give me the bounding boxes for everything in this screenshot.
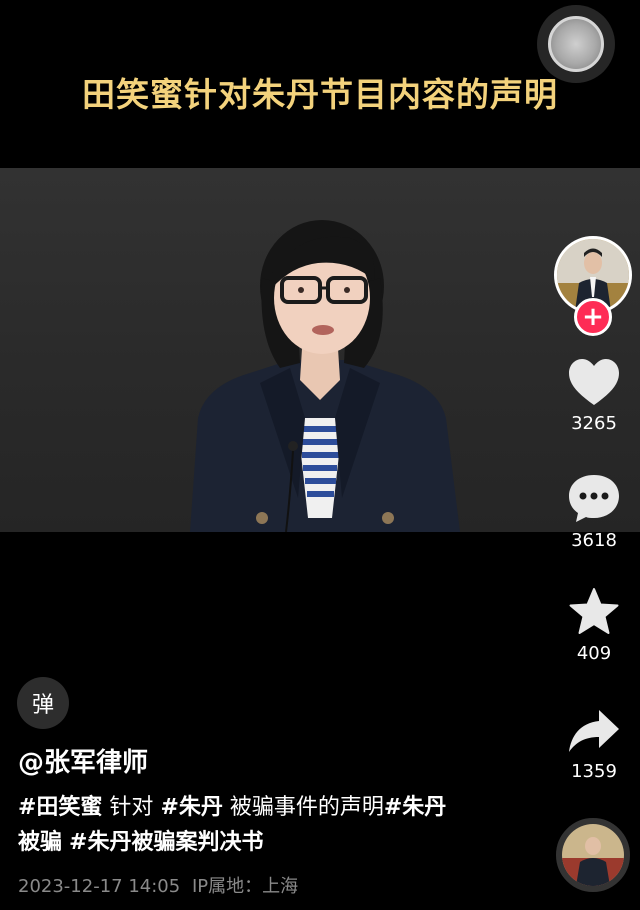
post-datetime: 2023-12-17 14:05 <box>18 876 181 897</box>
post-ip-location: IP属地：上海 <box>191 876 299 897</box>
comment-count: 3618 <box>571 530 617 551</box>
video-frame <box>190 220 460 532</box>
description-line-1: #田笑蜜 针对 #朱丹 被骗事件的声明#朱丹 <box>18 790 538 825</box>
danmaku-toggle-button[interactable]: 弹 <box>17 677 69 729</box>
comment-bubble-icon <box>569 475 619 522</box>
description-text: 被骗事件的声明 <box>222 795 384 820</box>
danmaku-label: 弹 <box>31 693 54 718</box>
share-count: 1359 <box>571 761 617 782</box>
plus-icon: + <box>582 302 604 332</box>
hashtag-link[interactable]: 被骗 <box>18 830 62 855</box>
music-disc-icon <box>562 824 624 886</box>
creator-avatar-group[interactable]: + <box>554 236 632 336</box>
star-icon <box>569 588 619 634</box>
like-button[interactable]: 3265 <box>552 357 636 434</box>
floating-assistant-icon <box>548 16 604 72</box>
description-text: 针对 <box>102 795 161 820</box>
overlay-title: 田笑蜜针对朱丹节目内容的声明 <box>82 75 558 114</box>
description-line-2: 被骗 #朱丹被骗案判决书 <box>18 825 538 860</box>
favorite-button[interactable]: 409 <box>552 587 636 664</box>
comment-button[interactable]: 3618 <box>552 472 636 551</box>
music-disc-button[interactable] <box>556 818 630 892</box>
video-description: #田笑蜜 针对 #朱丹 被骗事件的声明#朱丹 被骗 #朱丹被骗案判决书 <box>18 790 538 860</box>
favorite-count: 409 <box>576 643 612 664</box>
hashtag-link[interactable]: #朱丹 <box>384 795 446 820</box>
follow-button[interactable]: + <box>574 298 612 336</box>
author-name[interactable]: @张军律师 <box>18 742 148 779</box>
hashtag-link[interactable]: #朱丹 <box>160 795 222 820</box>
post-meta: 2023-12-17 14:05 IP属地：上海 <box>18 872 298 898</box>
like-count: 3265 <box>571 413 617 434</box>
share-button[interactable]: 1359 <box>552 707 636 782</box>
description-text <box>62 830 69 855</box>
hashtag-link[interactable]: #朱丹被骗案判决书 <box>69 830 263 855</box>
share-arrow-icon <box>569 710 619 752</box>
hashtag-link[interactable]: #田笑蜜 <box>18 795 102 820</box>
heart-icon <box>569 359 619 405</box>
video-player[interactable] <box>0 168 640 532</box>
